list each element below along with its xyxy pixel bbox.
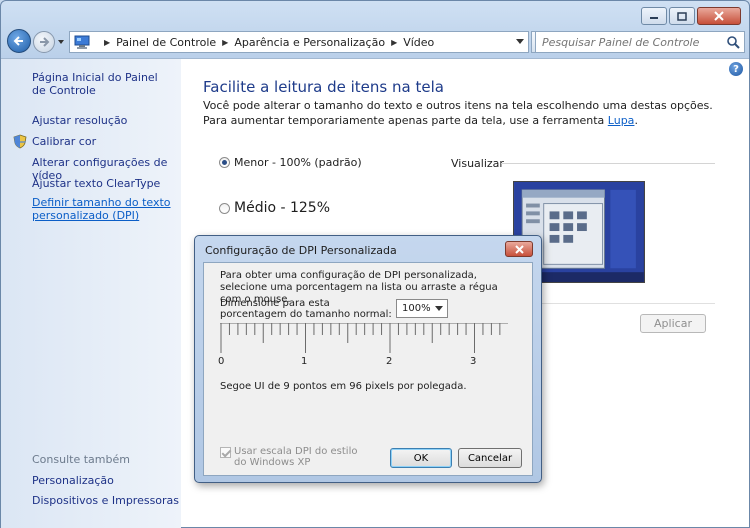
cancel-button[interactable]: Cancelar	[458, 448, 522, 468]
minimize-icon	[650, 17, 658, 19]
control-panel-home-link[interactable]: Página Inicial do Painel de Controle	[32, 71, 172, 97]
apply-divider	[513, 303, 715, 304]
sidebar-item-cleartype[interactable]: Ajustar texto ClearType	[32, 177, 160, 190]
ruler-label-3: 3	[470, 356, 477, 367]
apply-button[interactable]: Aplicar	[640, 314, 706, 333]
uac-shield-icon	[13, 134, 27, 149]
ruler-ticks[interactable]	[220, 323, 508, 355]
option-medium-label: Médio - 125%	[234, 200, 331, 216]
option-smaller-label: Menor - 100% (padrão)	[234, 156, 362, 169]
scale-percentage-label: Dimensione para esta porcentagem do tama…	[220, 298, 392, 320]
description-end: .	[634, 114, 638, 127]
scale-percentage-value: 100%	[402, 303, 431, 314]
address-dropdown-button[interactable]	[512, 32, 528, 52]
ok-button[interactable]: OK	[390, 448, 452, 468]
page-title: Facilite a leitura de itens na tela	[203, 78, 444, 96]
see-also-devices-printers-link[interactable]: Dispositivos e Impressoras	[32, 494, 179, 507]
maximize-button[interactable]	[669, 7, 695, 25]
breadcrumb-control-panel[interactable]: Painel de Controle	[116, 36, 216, 49]
ruler-label-2: 2	[386, 356, 393, 367]
breadcrumb-appearance[interactable]: Aparência e Personalização	[234, 36, 385, 49]
control-panel-icon	[74, 35, 90, 49]
breadcrumb-separator-icon: ▶	[104, 37, 111, 47]
search-input[interactable]	[536, 35, 716, 49]
chevron-down-icon	[435, 306, 443, 311]
close-window-button[interactable]	[697, 7, 741, 25]
see-also-personalization-link[interactable]: Personalização	[32, 474, 114, 487]
sidebar-item-adjust-resolution[interactable]: Ajustar resolução	[32, 114, 127, 127]
sidebar-item-custom-dpi[interactable]: Definir tamanho do texto personalizado (…	[32, 196, 172, 222]
see-also-heading: Consulte também	[32, 453, 130, 466]
breadcrumb-separator-icon: ▶	[222, 37, 229, 47]
recent-pages-chevron-icon[interactable]	[57, 38, 65, 46]
maximize-icon	[677, 11, 687, 21]
dialog-body: Para obter uma configuração de DPI perso…	[203, 262, 533, 476]
breadcrumb-display[interactable]: Vídeo	[403, 36, 434, 49]
forward-arrow-icon	[40, 37, 50, 47]
magnifier-link[interactable]: Lupa	[608, 114, 635, 127]
custom-dpi-dialog: Configuração de DPI Personalizada Para o…	[194, 235, 542, 483]
address-bar[interactable]: ▶ Painel de Controle ▶ Aparência e Perso…	[69, 31, 529, 53]
page-description: Você pode alterar o tamanho do texto e o…	[203, 98, 713, 128]
preview-divider	[501, 163, 715, 164]
breadcrumb: ▶ Painel de Controle ▶ Aparência e Perso…	[98, 36, 434, 49]
dpi-ruler[interactable]: 0 1 2 3	[218, 323, 508, 373]
ruler-label-0: 0	[218, 356, 225, 367]
magnifier-icon[interactable]	[726, 35, 740, 49]
preview-label: Visualizar	[451, 157, 504, 170]
xp-dpi-scaling-checkbox[interactable]	[220, 447, 231, 458]
close-icon	[714, 11, 724, 21]
xp-dpi-scaling-option[interactable]: Usar escala DPI do estilo do Windows XP	[220, 446, 360, 468]
ruler-label-1: 1	[301, 356, 308, 367]
dialog-title: Configuração de DPI Personalizada	[205, 244, 397, 257]
explorer-window: ▶ Painel de Controle ▶ Aparência e Perso…	[0, 0, 750, 528]
option-smaller[interactable]: Menor - 100% (padrão)	[219, 156, 362, 169]
scale-percentage-select[interactable]: 100%	[396, 299, 448, 318]
caption-buttons	[641, 7, 741, 25]
option-medium[interactable]: Médio - 125%	[219, 200, 330, 216]
sidebar-item-calibrate-color[interactable]: Calibrar cor	[32, 135, 96, 148]
radio-medium[interactable]	[219, 202, 230, 214]
breadcrumb-separator-icon: ▶	[391, 37, 398, 47]
back-button[interactable]	[7, 29, 31, 53]
dialog-close-button[interactable]	[505, 241, 533, 257]
minimize-button[interactable]	[641, 7, 667, 25]
search-box[interactable]	[535, 31, 745, 53]
forward-button[interactable]	[33, 31, 55, 53]
chevron-down-icon	[516, 39, 524, 44]
navigation-bar: ▶ Painel de Controle ▶ Aparência e Perso…	[7, 29, 745, 55]
close-icon	[514, 244, 524, 254]
radio-smaller[interactable]	[219, 157, 230, 168]
back-arrow-icon	[13, 36, 23, 46]
font-info-text: Segoe UI de 9 pontos em 96 pixels por po…	[220, 381, 467, 392]
xp-dpi-scaling-label: Usar escala DPI do estilo do Windows XP	[234, 446, 358, 468]
task-pane: Página Inicial do Painel de Controle Aju…	[1, 59, 181, 528]
